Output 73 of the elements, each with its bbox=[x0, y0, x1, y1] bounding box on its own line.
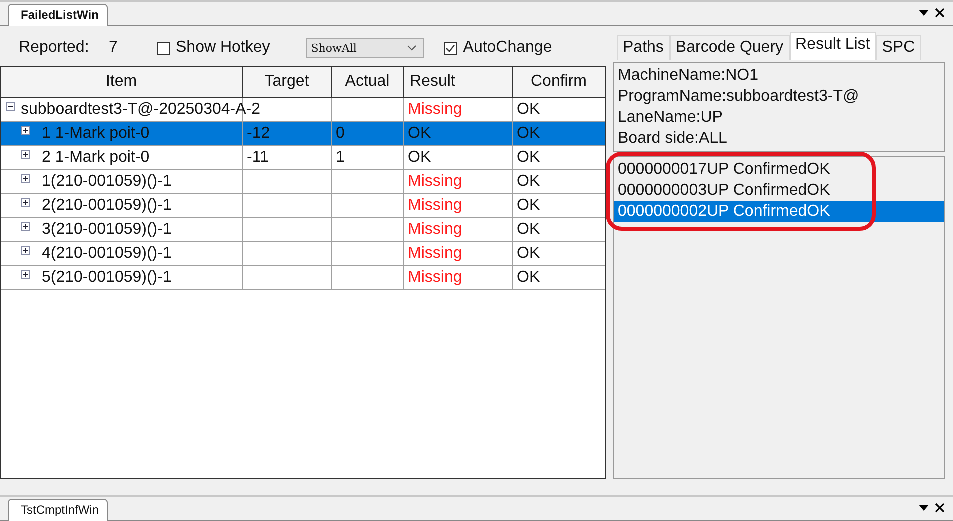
tab[interactable]: Result List bbox=[790, 32, 876, 60]
table-row[interactable]: 1(210-001059)()-1 Missing OK bbox=[1, 170, 605, 194]
dropdown-icon[interactable] bbox=[919, 505, 929, 511]
column-header[interactable]: Item bbox=[1, 67, 243, 97]
table-cell: OK bbox=[517, 124, 540, 142]
tree-item[interactable]: 5(210-001059)()-1 bbox=[42, 268, 172, 286]
window-tab[interactable]: TstCmptInfWin bbox=[8, 499, 108, 521]
expand-icon[interactable] bbox=[21, 222, 30, 231]
column-header[interactable]: Confirm bbox=[513, 67, 605, 97]
table-cell: Missing bbox=[408, 196, 462, 214]
expand-icon[interactable] bbox=[21, 198, 30, 207]
column-header[interactable]: Actual bbox=[332, 67, 404, 97]
list-item[interactable]: 0000000017UP ConfirmedOK bbox=[614, 159, 944, 180]
tab[interactable]: SPC bbox=[876, 35, 922, 60]
table-cell: 1 bbox=[336, 148, 345, 166]
checkbox[interactable] bbox=[157, 42, 170, 54]
reported-count: 7 bbox=[109, 39, 119, 57]
dropdown-icon[interactable] bbox=[919, 10, 929, 16]
reported-label: Reported: bbox=[19, 39, 90, 57]
tree-item[interactable]: 4(210-001059)()-1 bbox=[42, 244, 172, 262]
table-cell: OK bbox=[517, 244, 540, 262]
tree-item[interactable]: 2(210-001059)()-1 bbox=[42, 196, 172, 214]
list-item[interactable]: 0000000002UP ConfirmedOK bbox=[614, 201, 944, 222]
table-cell: Missing bbox=[408, 244, 462, 262]
table-cell: Missing bbox=[408, 268, 462, 286]
checkbox-label[interactable]: AutoChange bbox=[463, 39, 552, 57]
checkbox-label[interactable]: Show Hotkey bbox=[176, 39, 270, 57]
table-cell: OK bbox=[408, 148, 432, 166]
table-cell: Missing bbox=[408, 100, 462, 118]
expand-icon[interactable] bbox=[21, 174, 30, 183]
expand-icon[interactable] bbox=[21, 126, 30, 135]
table-cell: OK bbox=[517, 148, 540, 166]
table-row[interactable]: 2(210-001059)()-1 Missing OK bbox=[1, 194, 605, 218]
table-row[interactable]: 5(210-001059)()-1 Missing OK bbox=[1, 266, 605, 290]
tree-item[interactable]: 2 1-Mark poit-0 bbox=[42, 148, 150, 166]
expand-icon[interactable] bbox=[21, 150, 30, 159]
tab[interactable]: Barcode Query bbox=[670, 35, 790, 60]
info-text: Board side:ALL bbox=[618, 129, 728, 149]
table-row[interactable]: 3(210-001059)()-1 Missing OK bbox=[1, 218, 605, 242]
tree-item[interactable]: 1 1-Mark poit-0 bbox=[42, 124, 150, 142]
table-row[interactable]: 2 1-Mark poit-0 -11 1 OK OK bbox=[1, 146, 605, 170]
table-cell: Missing bbox=[408, 220, 462, 238]
table-cell: OK bbox=[517, 172, 540, 190]
chevron-icon[interactable] bbox=[407, 45, 418, 51]
table-cell: 0 bbox=[336, 124, 345, 142]
table-cell: OK bbox=[517, 268, 540, 286]
column-header[interactable]: Result bbox=[404, 67, 513, 97]
tab[interactable]: Paths bbox=[617, 35, 670, 60]
table-cell: OK bbox=[517, 220, 540, 238]
window-tab[interactable]: FailedListWin bbox=[8, 4, 108, 26]
table-cell: -12 bbox=[247, 124, 270, 142]
column-header[interactable]: Target bbox=[243, 67, 332, 97]
close-icon[interactable] bbox=[935, 503, 945, 513]
list-item[interactable]: 0000000003UP ConfirmedOK bbox=[614, 180, 944, 201]
info-text: LaneName:UP bbox=[618, 108, 724, 128]
table-cell: OK bbox=[517, 100, 540, 118]
tree-item[interactable]: 1(210-001059)()-1 bbox=[42, 172, 172, 190]
table-row[interactable]: 1 1-Mark poit-0 -12 0 OK OK bbox=[1, 122, 605, 146]
table-row[interactable]: 4(210-001059)()-1 Missing OK bbox=[1, 242, 605, 266]
table-cell: Missing bbox=[408, 172, 462, 190]
table-cell: -11 bbox=[247, 148, 269, 166]
info-text: ProgramName:subboardtest3-T@ bbox=[618, 87, 860, 107]
expand-icon[interactable] bbox=[21, 270, 30, 279]
close-icon[interactable] bbox=[935, 8, 945, 18]
expand-icon[interactable] bbox=[21, 246, 30, 255]
checkbox[interactable] bbox=[444, 42, 458, 54]
info-text: MachineName:NO1 bbox=[618, 66, 760, 86]
tree-item[interactable]: 3(210-001059)()-1 bbox=[42, 220, 172, 238]
collapse-icon[interactable] bbox=[6, 102, 15, 111]
filter-dropdown[interactable]: ShowAll bbox=[306, 38, 424, 58]
table-cell: OK bbox=[408, 124, 432, 142]
table-cell: OK bbox=[517, 196, 540, 214]
tree-item[interactable]: subboardtest3-T@-20250304-A-2 bbox=[21, 100, 260, 118]
